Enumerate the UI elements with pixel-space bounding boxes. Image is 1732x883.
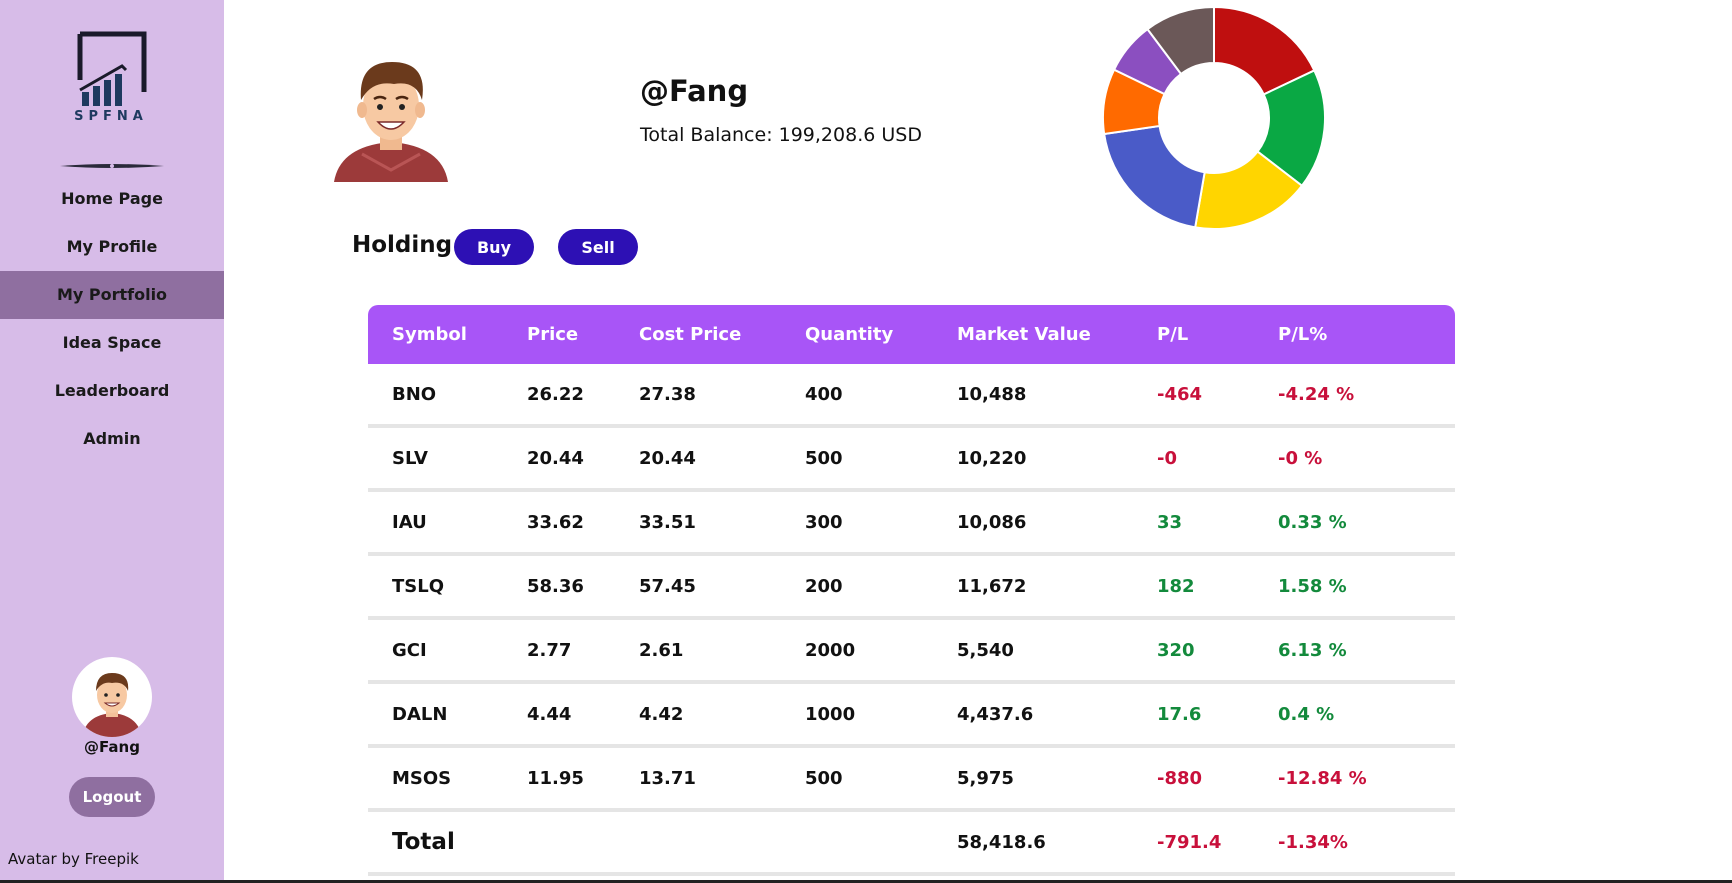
avatar-icon <box>82 673 142 737</box>
sidebar: SPFNA Home Page My Profile My Portfolio … <box>0 0 224 883</box>
spfna-logo: SPFNA <box>74 31 148 122</box>
cell-cost-price: 57.45 <box>639 575 696 597</box>
header-pl-percent: P/L% <box>1278 324 1328 345</box>
cell-price: 33.62 <box>527 511 584 533</box>
avatar-credit[interactable]: Avatar by Freepik <box>8 850 139 868</box>
cell-pl: -464 <box>1157 383 1203 405</box>
cell-cost-price: 20.44 <box>639 447 696 469</box>
donut-slice[interactable] <box>1103 124 1206 229</box>
cell-quantity: 1000 <box>805 703 856 725</box>
cell-market-value: 5,540 <box>957 639 1014 661</box>
header-quantity: Quantity <box>805 324 894 345</box>
cell-market-value: 10,220 <box>957 447 1027 469</box>
page-username: @Fang <box>640 74 749 108</box>
cell-quantity: 400 <box>805 383 843 405</box>
cell-market-value: 11,672 <box>957 575 1027 597</box>
cell-pl-percent: 0.33 % <box>1278 511 1347 533</box>
cell-pl: 17.6 <box>1157 703 1202 725</box>
holdings-donut-chart <box>1102 5 1326 230</box>
cell-pl-percent: 6.13 % <box>1278 639 1347 661</box>
cell-pl-percent: 1.58 % <box>1278 575 1347 597</box>
table-row[interactable]: DALN 4.44 4.42 1000 4,437.6 17.6 0.4 % <box>368 684 1455 748</box>
profile-avatar-icon <box>334 62 448 182</box>
cell-pl: 182 <box>1157 575 1195 597</box>
header-symbol: Symbol <box>392 324 467 345</box>
cell-price: 4.44 <box>527 703 572 725</box>
cell-market-value: 4,437.6 <box>957 703 1034 725</box>
cell-cost-price: 4.42 <box>639 703 684 725</box>
sidebar-username: @Fang <box>84 738 140 756</box>
header-cost-price: Cost Price <box>639 324 742 345</box>
cell-pl-percent: -0 % <box>1278 447 1323 469</box>
cell-price: 11.95 <box>527 767 584 789</box>
cell-cost-price: 13.71 <box>639 767 696 789</box>
table-row[interactable]: TSLQ 58.36 57.45 200 11,672 182 1.58 % <box>368 556 1455 620</box>
cell-pl-percent: -12.84 % <box>1278 767 1367 789</box>
table-row[interactable]: MSOS 11.95 13.71 500 5,975 -880 -12.84 % <box>368 748 1455 812</box>
table-row[interactable]: IAU 33.62 33.51 300 10,086 33 0.33 % <box>368 492 1455 556</box>
cell-symbol: IAU <box>392 511 427 533</box>
cell-pl-percent: -4.24 % <box>1278 383 1355 405</box>
cell-quantity: 500 <box>805 767 843 789</box>
sidebar-nav: Home Page My Profile My Portfolio Idea S… <box>0 175 224 463</box>
cell-symbol: DALN <box>392 703 448 725</box>
table-total-row: Total 58,418.6 -791.4 -1.34% <box>368 812 1455 876</box>
cell-market-value: 5,975 <box>957 767 1014 789</box>
sell-button[interactable]: Sell <box>558 229 638 265</box>
cell-symbol: MSOS <box>392 767 452 789</box>
table-row[interactable]: GCI 2.77 2.61 2000 5,540 320 6.13 % <box>368 620 1455 684</box>
decorative-divider <box>60 164 164 168</box>
nav-item-profile[interactable]: My Profile <box>0 223 224 271</box>
cell-quantity: 300 <box>805 511 843 533</box>
cell-cost-price: 33.51 <box>639 511 696 533</box>
table-row[interactable]: SLV 20.44 20.44 500 10,220 -0 -0 % <box>368 428 1455 492</box>
cell-symbol: SLV <box>392 447 428 469</box>
total-pl-percent: -1.34% <box>1278 831 1348 853</box>
total-pl: -791.4 <box>1157 831 1222 853</box>
table-header: Symbol Price Cost Price Quantity Market … <box>368 305 1455 364</box>
logout-button[interactable]: Logout <box>69 777 155 817</box>
header-price: Price <box>527 324 579 345</box>
cell-pl: -880 <box>1157 767 1203 789</box>
cell-quantity: 200 <box>805 575 843 597</box>
nav-item-home[interactable]: Home Page <box>0 175 224 223</box>
cell-symbol: GCI <box>392 639 427 661</box>
total-balance: Total Balance: 199,208.6 USD <box>640 124 922 146</box>
nav-item-idea-space[interactable]: Idea Space <box>0 319 224 367</box>
cell-price: 20.44 <box>527 447 584 469</box>
nav-item-admin[interactable]: Admin <box>0 415 224 463</box>
cell-pl: 320 <box>1157 639 1195 661</box>
total-market-value: 58,418.6 <box>957 831 1046 853</box>
cell-pl-percent: 0.4 % <box>1278 703 1335 725</box>
cell-quantity: 2000 <box>805 639 856 661</box>
buy-button[interactable]: Buy <box>454 229 534 265</box>
nav-item-portfolio[interactable]: My Portfolio <box>0 271 224 319</box>
cell-market-value: 10,488 <box>957 383 1027 405</box>
cell-quantity: 500 <box>805 447 843 469</box>
holding-title: Holding <box>352 232 453 258</box>
holdings-table: Symbol Price Cost Price Quantity Market … <box>368 305 1455 876</box>
cell-price: 58.36 <box>527 575 584 597</box>
sidebar-avatar[interactable] <box>72 657 152 737</box>
cell-symbol: TSLQ <box>392 575 445 597</box>
cell-symbol: BNO <box>392 383 437 405</box>
cell-pl: 33 <box>1157 511 1183 533</box>
table-row[interactable]: BNO 26.22 27.38 400 10,488 -464 -4.24 % <box>368 364 1455 428</box>
cell-pl: -0 <box>1157 447 1177 469</box>
app-window: SPFNA Home Page My Profile My Portfolio … <box>0 0 1732 883</box>
logo-text: SPFNA <box>74 109 148 122</box>
header-market-value: Market Value <box>957 324 1091 345</box>
cell-price: 2.77 <box>527 639 572 661</box>
cell-cost-price: 27.38 <box>639 383 696 405</box>
total-label: Total <box>392 829 455 855</box>
cell-market-value: 10,086 <box>957 511 1027 533</box>
nav-item-leaderboard[interactable]: Leaderboard <box>0 367 224 415</box>
cell-cost-price: 2.61 <box>639 639 684 661</box>
cell-price: 26.22 <box>527 383 584 405</box>
header-pl: P/L <box>1157 324 1189 345</box>
